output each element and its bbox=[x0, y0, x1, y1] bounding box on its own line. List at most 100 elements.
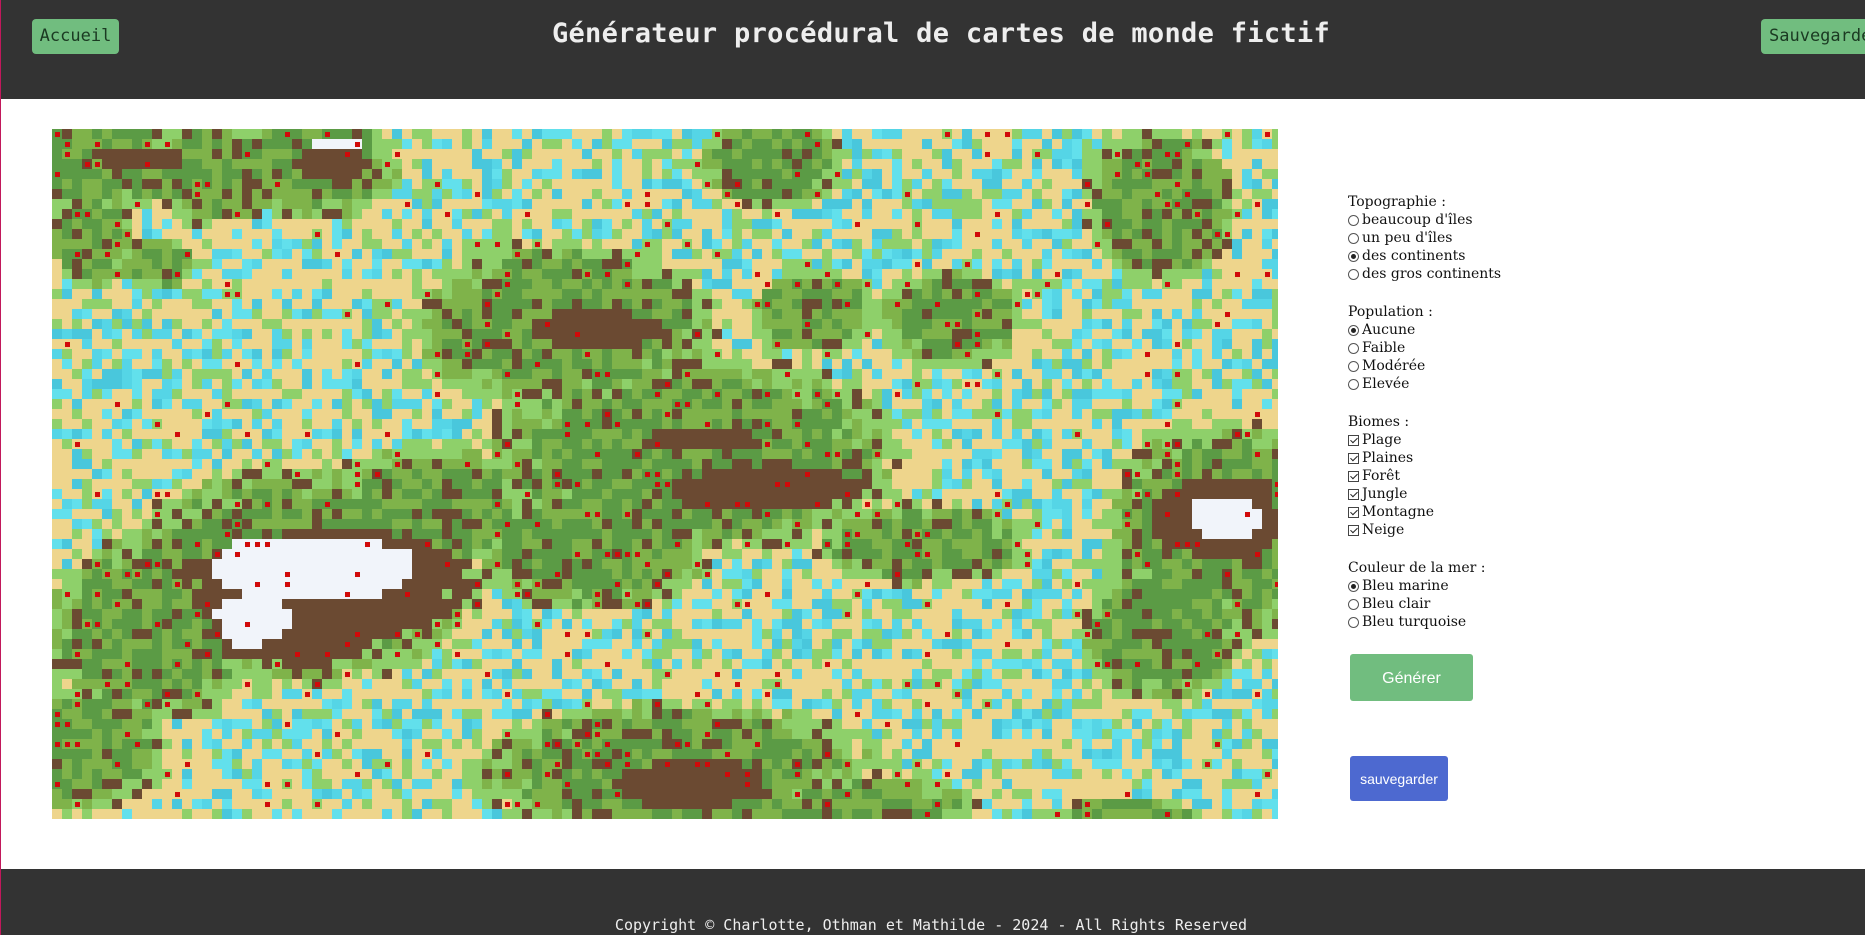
terrain-cell bbox=[52, 359, 62, 369]
terrain-cell bbox=[902, 249, 912, 259]
terrain-cell bbox=[342, 179, 352, 189]
terrain-cell bbox=[62, 369, 72, 379]
terrain-cell bbox=[1032, 379, 1042, 389]
terrain-cell bbox=[682, 419, 692, 429]
terrain-cell bbox=[212, 499, 222, 509]
terrain-cell bbox=[572, 149, 582, 159]
terrain-cell bbox=[432, 309, 442, 319]
terrain-cell bbox=[532, 189, 542, 199]
save-top-button[interactable]: Sauvegarder bbox=[1761, 19, 1865, 54]
terrain-cell bbox=[562, 249, 572, 259]
terrain-cell bbox=[622, 499, 632, 509]
terrain-cell bbox=[1092, 259, 1102, 269]
village-marker bbox=[1105, 222, 1110, 227]
terrain-cell bbox=[1022, 129, 1032, 139]
map-canvas bbox=[52, 129, 1278, 819]
terrain-cell bbox=[1242, 499, 1252, 509]
terrain-cell bbox=[1252, 259, 1262, 269]
terrain-cell bbox=[62, 249, 72, 259]
terrain-cell bbox=[182, 379, 192, 389]
terrain-cell bbox=[842, 499, 852, 509]
terrain-cell bbox=[962, 199, 972, 209]
terrain-cell bbox=[552, 189, 562, 199]
terrain-cell bbox=[1082, 319, 1092, 329]
terrain-cell bbox=[402, 189, 412, 199]
terrain-cell bbox=[62, 469, 72, 479]
terrain-cell bbox=[932, 169, 942, 179]
terrain-cell bbox=[102, 169, 112, 179]
terrain-cell bbox=[742, 479, 752, 489]
terrain-cell bbox=[222, 149, 232, 159]
terrain-cell bbox=[932, 219, 942, 229]
terrain-cell bbox=[182, 369, 192, 379]
terrain-cell bbox=[822, 469, 832, 479]
terrain-cell bbox=[152, 189, 162, 199]
terrain-cell bbox=[832, 409, 842, 419]
village-marker bbox=[715, 132, 720, 137]
terrain-cell bbox=[1122, 379, 1132, 389]
terrain-cell bbox=[292, 129, 302, 139]
village-marker bbox=[905, 282, 910, 287]
terrain-cell bbox=[1082, 219, 1092, 229]
terrain-cell bbox=[912, 289, 922, 299]
terrain-cell bbox=[1172, 159, 1182, 169]
terrain-cell bbox=[422, 179, 432, 189]
terrain-cell bbox=[832, 319, 842, 329]
terrain-cell bbox=[452, 499, 462, 509]
terrain-cell bbox=[1182, 489, 1192, 499]
terrain-cell bbox=[232, 379, 242, 389]
terrain-cell bbox=[1202, 179, 1212, 189]
terrain-cell bbox=[1142, 429, 1152, 439]
village-marker bbox=[175, 432, 180, 437]
terrain-cell bbox=[262, 509, 272, 519]
village-marker bbox=[375, 472, 380, 477]
terrain-cell bbox=[262, 369, 272, 379]
terrain-cell bbox=[1062, 259, 1072, 269]
terrain-cell bbox=[682, 469, 692, 479]
terrain-cell bbox=[312, 399, 322, 409]
terrain-cell bbox=[592, 319, 602, 329]
terrain-cell bbox=[692, 339, 702, 349]
terrain-cell bbox=[702, 359, 712, 369]
terrain-cell bbox=[102, 179, 112, 189]
terrain-cell bbox=[812, 229, 822, 239]
terrain-cell bbox=[932, 259, 942, 269]
village-marker bbox=[645, 202, 650, 207]
terrain-cell bbox=[842, 149, 852, 159]
terrain-cell bbox=[212, 509, 222, 519]
terrain-cell bbox=[1122, 299, 1132, 309]
terrain-cell bbox=[702, 339, 712, 349]
terrain-cell bbox=[1202, 319, 1212, 329]
terrain-cell bbox=[262, 429, 272, 439]
terrain-cell bbox=[602, 139, 612, 149]
terrain-cell bbox=[712, 369, 722, 379]
terrain-cell bbox=[1222, 429, 1232, 439]
terrain-cell bbox=[1272, 309, 1278, 319]
terrain-cell bbox=[712, 299, 722, 309]
terrain-cell bbox=[762, 199, 772, 209]
terrain-cell bbox=[432, 269, 442, 279]
terrain-cell bbox=[222, 469, 232, 479]
terrain-cell bbox=[692, 219, 702, 229]
terrain-cell bbox=[692, 459, 702, 469]
terrain-cell bbox=[582, 389, 592, 399]
terrain-cell bbox=[922, 419, 932, 429]
terrain-cell bbox=[182, 239, 192, 249]
terrain-cell bbox=[782, 379, 792, 389]
village-marker bbox=[985, 132, 990, 137]
terrain-cell bbox=[192, 339, 202, 349]
terrain-cell bbox=[772, 429, 782, 439]
terrain-cell bbox=[252, 209, 262, 219]
terrain-cell bbox=[862, 409, 872, 419]
terrain-cell bbox=[1102, 319, 1112, 329]
village-marker bbox=[155, 422, 160, 427]
terrain-cell bbox=[1142, 139, 1152, 149]
terrain-cell bbox=[312, 509, 322, 519]
terrain-cell bbox=[322, 259, 332, 269]
terrain-cell bbox=[72, 409, 82, 419]
terrain-cell bbox=[712, 309, 722, 319]
terrain-cell bbox=[982, 279, 992, 289]
terrain-cell bbox=[1082, 439, 1092, 449]
terrain-cell bbox=[202, 379, 212, 389]
terrain-cell bbox=[992, 379, 1002, 389]
